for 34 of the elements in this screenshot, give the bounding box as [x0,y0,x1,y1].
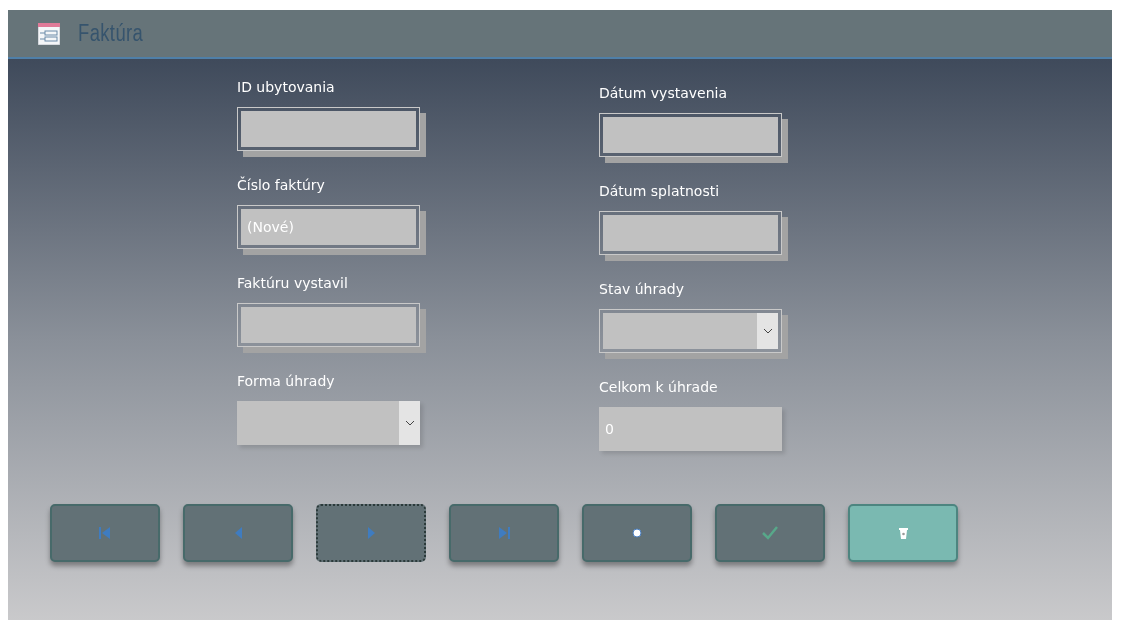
chevron-down-icon [762,328,773,334]
chevron-down-icon [404,420,415,426]
last-record-icon [498,526,510,540]
previous-button[interactable] [183,504,293,562]
save-button[interactable] [715,504,825,562]
dropdown-button[interactable] [399,401,420,445]
first-button[interactable] [50,504,160,562]
previous-icon [233,526,243,540]
field-label: Forma úhrady [237,373,336,391]
next-button[interactable] [316,504,426,562]
field-label: Dátum vystavenia [599,85,728,103]
field-label: Faktúru vystavil [237,275,349,293]
new-button[interactable] [582,504,692,562]
field-label: Stav úhrady [599,281,685,299]
field-label: Číslo faktúry [237,177,326,195]
field-label: ID ubytovania [237,79,336,97]
text-field[interactable]: 0 [599,407,782,451]
field-label: Dátum splatnosti [599,183,721,201]
text-field[interactable] [599,211,788,261]
first-record-icon [99,526,111,540]
delete-button[interactable] [848,504,958,562]
trash-icon [898,527,908,539]
dot-icon [632,528,642,538]
text-field[interactable] [237,107,426,157]
combo-box[interactable] [237,401,420,445]
next-icon [366,526,376,540]
text-field[interactable] [237,303,426,353]
check-icon [762,526,778,540]
dropdown-button[interactable] [757,313,778,349]
form-icon [38,22,60,45]
text-field[interactable] [599,113,788,163]
field-label: Celkom k úhrade [599,379,719,397]
combo-box[interactable] [599,309,788,359]
last-button[interactable] [449,504,559,562]
